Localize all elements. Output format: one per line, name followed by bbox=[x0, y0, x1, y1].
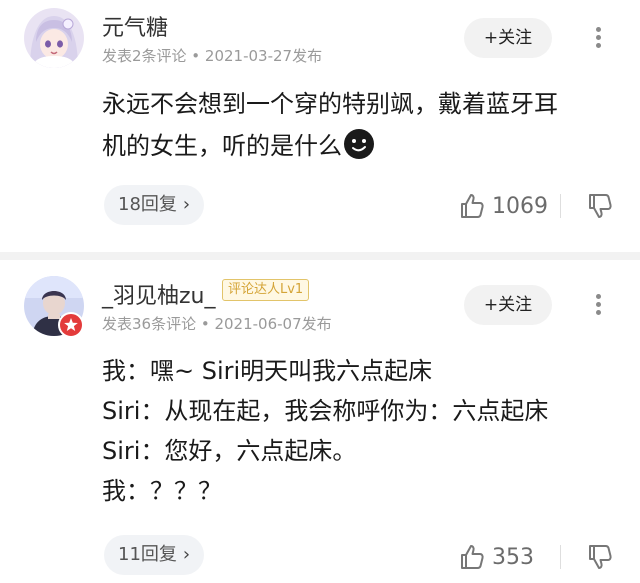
comment-meta: 发表36条评论 • 2021-06-07发布 bbox=[102, 315, 332, 333]
username[interactable]: 元气糖 bbox=[102, 10, 168, 42]
thumbs-up-icon bbox=[461, 194, 484, 218]
like-count: 353 bbox=[492, 544, 534, 570]
comment-meta: 发表2条评论 • 2021-03-27发布 bbox=[102, 47, 323, 65]
comment-line-with-emoji: 机的女生，听的是什么 bbox=[102, 125, 616, 167]
comment-line: Siri：您好，六点起床。 bbox=[102, 437, 357, 465]
divider bbox=[560, 545, 561, 569]
comment-line: 机的女生，听的是什么 bbox=[102, 132, 342, 160]
divider bbox=[560, 194, 561, 218]
verified-badge-icon bbox=[58, 312, 84, 338]
chevron-right-icon: › bbox=[182, 544, 191, 565]
replies-label: 18回复 bbox=[118, 194, 177, 215]
replies-label: 11回复 bbox=[118, 544, 177, 565]
replies-button[interactable]: 18回复 › bbox=[104, 185, 205, 225]
thumbs-up-icon bbox=[461, 545, 484, 569]
comment-body: 我：嘿~ Siri明天叫我六点起床 Siri：从现在起，我会称呼你为：六点起床 … bbox=[102, 351, 616, 511]
replies-button[interactable]: 11回复 › bbox=[104, 535, 205, 575]
like-button[interactable]: 1069 bbox=[458, 186, 548, 226]
like-count: 1069 bbox=[492, 193, 548, 219]
thumbs-down-icon[interactable] bbox=[586, 192, 614, 220]
smirk-face-icon bbox=[344, 129, 374, 159]
comment-line: 永远不会想到一个穿的特别飒，戴着蓝牙耳 bbox=[102, 90, 558, 118]
comment-line: 我：嘿~ Siri明天叫我六点起床 bbox=[102, 357, 433, 385]
follow-button[interactable]: +关注 bbox=[464, 18, 552, 58]
comment-card: _羽见柚zu_ 评论达人Lv1 发表36条评论 • 2021-06-07发布 +… bbox=[0, 262, 640, 583]
chevron-right-icon: › bbox=[182, 194, 191, 215]
comment-body: 永远不会想到一个穿的特别飒，戴着蓝牙耳 机的女生，听的是什么 bbox=[102, 83, 616, 167]
thumbs-down-icon[interactable] bbox=[586, 543, 614, 571]
more-options-icon[interactable] bbox=[588, 24, 608, 54]
more-options-icon[interactable] bbox=[588, 291, 608, 321]
comment-card: 元气糖 发表2条评论 • 2021-03-27发布 +关注 永远不会想到一个穿的… bbox=[0, 0, 640, 250]
section-divider bbox=[0, 252, 640, 260]
user-level-badge: 评论达人Lv1 bbox=[222, 279, 310, 301]
comment-line: Siri：从现在起，我会称呼你为：六点起床 bbox=[102, 397, 549, 425]
username[interactable]: _羽见柚zu_ bbox=[102, 278, 216, 310]
avatar[interactable] bbox=[24, 8, 84, 68]
like-button[interactable]: 353 bbox=[458, 537, 534, 577]
follow-button[interactable]: +关注 bbox=[464, 285, 552, 325]
comment-line: 我：？？？ bbox=[102, 477, 222, 505]
